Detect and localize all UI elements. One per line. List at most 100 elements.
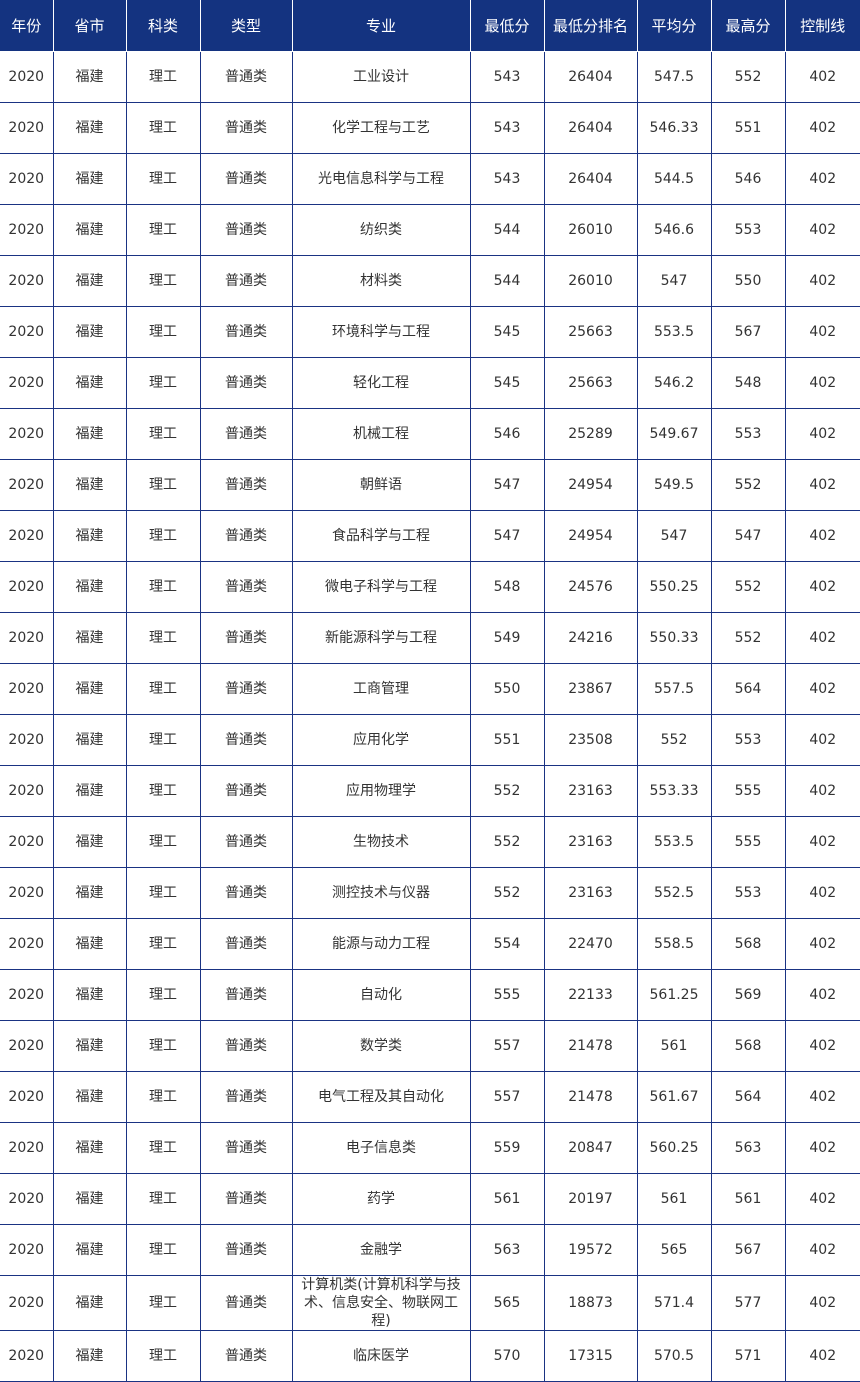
cell-major: 电子信息类 xyxy=(291,1122,471,1174)
cell-year: 2020 xyxy=(0,1173,54,1225)
cell-province: 福建 xyxy=(52,1071,127,1123)
cell-min-score: 557 xyxy=(469,1071,545,1123)
cell-min-score: 544 xyxy=(469,255,545,307)
cell-type: 普通类 xyxy=(199,765,293,817)
table-row: 2020 福建 理工 普通类 环境科学与工程 545 25663 553.5 567 402 xyxy=(0,306,860,358)
cell-min-score-rank: 25663 xyxy=(543,306,638,358)
cell-year: 2020 xyxy=(0,408,54,460)
cell-type: 普通类 xyxy=(199,1330,293,1382)
cell-subject-category: 理工 xyxy=(125,1122,201,1174)
cell-control-line: 402 xyxy=(784,306,860,358)
cell-avg-score: 570.5 xyxy=(636,1330,712,1382)
cell-type: 普通类 xyxy=(199,1275,293,1331)
cell-avg-score: 561 xyxy=(636,1020,712,1072)
cell-min-score-rank: 23163 xyxy=(543,867,638,919)
cell-subject-category: 理工 xyxy=(125,1071,201,1123)
cell-avg-score: 549.67 xyxy=(636,408,712,460)
cell-province: 福建 xyxy=(52,816,127,868)
cell-avg-score: 553.5 xyxy=(636,816,712,868)
cell-min-score: 565 xyxy=(469,1275,545,1331)
cell-max-score: 553 xyxy=(710,714,786,766)
cell-min-score: 547 xyxy=(469,510,545,562)
cell-min-score-rank: 22133 xyxy=(543,969,638,1021)
cell-year: 2020 xyxy=(0,816,54,868)
cell-major: 工商管理 xyxy=(291,663,471,715)
cell-type: 普通类 xyxy=(199,1173,293,1225)
cell-province: 福建 xyxy=(52,1173,127,1225)
cell-province: 福建 xyxy=(52,561,127,613)
cell-province: 福建 xyxy=(52,612,127,664)
cell-min-score: 546 xyxy=(469,408,545,460)
cell-max-score: 568 xyxy=(710,918,786,970)
cell-max-score: 568 xyxy=(710,1020,786,1072)
table-row: 2020 福建 理工 普通类 工业设计 543 26404 547.5 552 402 xyxy=(0,51,860,103)
cell-subject-category: 理工 xyxy=(125,918,201,970)
cell-year: 2020 xyxy=(0,612,54,664)
cell-type: 普通类 xyxy=(199,459,293,511)
cell-max-score: 569 xyxy=(710,969,786,1021)
cell-type: 普通类 xyxy=(199,663,293,715)
cell-subject-category: 理工 xyxy=(125,204,201,256)
cell-control-line: 402 xyxy=(784,1224,860,1276)
cell-control-line: 402 xyxy=(784,153,860,205)
cell-year: 2020 xyxy=(0,1275,54,1331)
cell-min-score: 552 xyxy=(469,765,545,817)
cell-min-score-rank: 21478 xyxy=(543,1071,638,1123)
cell-min-score: 550 xyxy=(469,663,545,715)
cell-major: 生物技术 xyxy=(291,816,471,868)
cell-major: 新能源科学与工程 xyxy=(291,612,471,664)
cell-min-score: 551 xyxy=(469,714,545,766)
cell-subject-category: 理工 xyxy=(125,102,201,154)
cell-min-score-rank: 22470 xyxy=(543,918,638,970)
cell-type: 普通类 xyxy=(199,510,293,562)
cell-max-score: 552 xyxy=(710,561,786,613)
cell-max-score: 547 xyxy=(710,510,786,562)
table-row: 2020 福建 理工 普通类 纺织类 544 26010 546.6 553 402 xyxy=(0,204,860,256)
cell-major: 自动化 xyxy=(291,969,471,1021)
cell-major: 计算机类(计算机科学与技术、信息安全、物联网工程) xyxy=(291,1275,471,1331)
table-row: 2020 福建 理工 普通类 药学 561 20197 561 561 402 xyxy=(0,1173,860,1225)
cell-subject-category: 理工 xyxy=(125,51,201,103)
cell-major: 数学类 xyxy=(291,1020,471,1072)
cell-max-score: 564 xyxy=(710,663,786,715)
cell-year: 2020 xyxy=(0,714,54,766)
cell-min-score-rank: 24954 xyxy=(543,459,638,511)
cell-avg-score: 560.25 xyxy=(636,1122,712,1174)
cell-max-score: 553 xyxy=(710,408,786,460)
cell-max-score: 553 xyxy=(710,867,786,919)
cell-min-score-rank: 26404 xyxy=(543,51,638,103)
cell-avg-score: 547.5 xyxy=(636,51,712,103)
header-type: 类型 xyxy=(199,0,293,52)
cell-province: 福建 xyxy=(52,714,127,766)
cell-year: 2020 xyxy=(0,255,54,307)
cell-province: 福建 xyxy=(52,1330,127,1382)
cell-major: 化学工程与工艺 xyxy=(291,102,471,154)
cell-avg-score: 561.25 xyxy=(636,969,712,1021)
cell-control-line: 402 xyxy=(784,51,860,103)
cell-major: 朝鲜语 xyxy=(291,459,471,511)
cell-year: 2020 xyxy=(0,765,54,817)
cell-province: 福建 xyxy=(52,1224,127,1276)
cell-major: 工业设计 xyxy=(291,51,471,103)
cell-type: 普通类 xyxy=(199,816,293,868)
cell-subject-category: 理工 xyxy=(125,612,201,664)
cell-type: 普通类 xyxy=(199,204,293,256)
cell-control-line: 402 xyxy=(784,561,860,613)
cell-min-score-rank: 23163 xyxy=(543,765,638,817)
cell-type: 普通类 xyxy=(199,102,293,154)
cell-control-line: 402 xyxy=(784,357,860,409)
cell-control-line: 402 xyxy=(784,714,860,766)
cell-control-line: 402 xyxy=(784,918,860,970)
cell-control-line: 402 xyxy=(784,969,860,1021)
cell-control-line: 402 xyxy=(784,510,860,562)
cell-min-score-rank: 24576 xyxy=(543,561,638,613)
table-row: 2020 福建 理工 普通类 微电子科学与工程 548 24576 550.25 552 402 xyxy=(0,561,860,613)
cell-subject-category: 理工 xyxy=(125,1020,201,1072)
cell-province: 福建 xyxy=(52,102,127,154)
cell-province: 福建 xyxy=(52,867,127,919)
cell-year: 2020 xyxy=(0,1224,54,1276)
cell-avg-score: 549.5 xyxy=(636,459,712,511)
cell-avg-score: 552 xyxy=(636,714,712,766)
cell-type: 普通类 xyxy=(199,1020,293,1072)
cell-max-score: 552 xyxy=(710,51,786,103)
